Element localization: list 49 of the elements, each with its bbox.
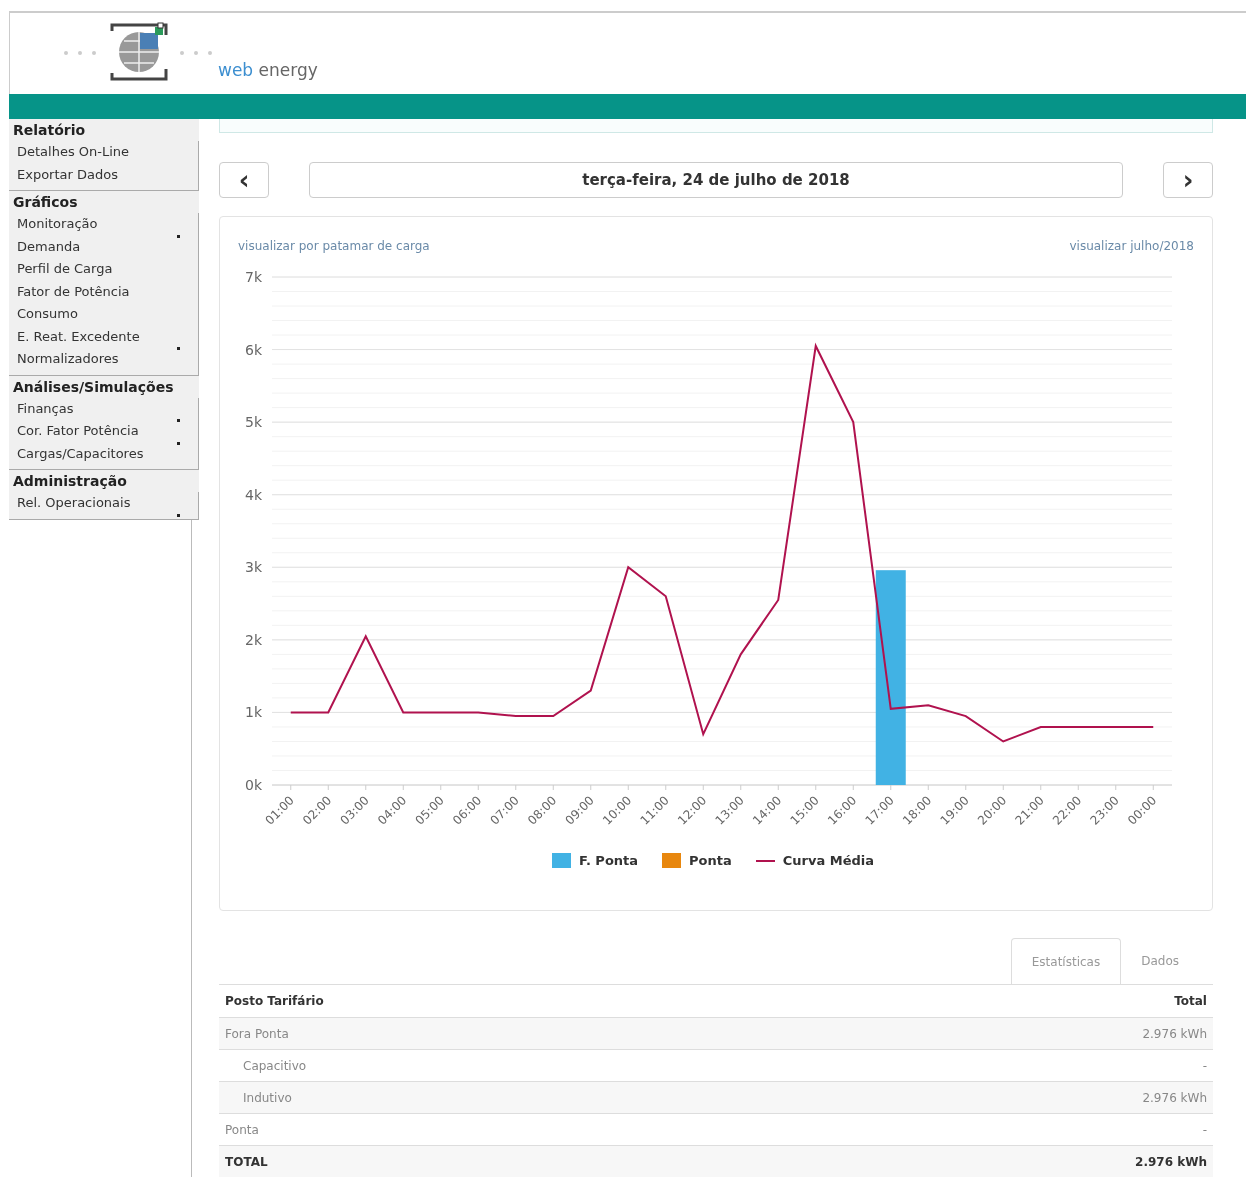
legend-swatch-icon <box>662 853 682 869</box>
table-cell-text: 2.976 kWh <box>1142 1025 1207 1043</box>
table-cell-text: Ponta <box>225 1121 259 1139</box>
sidebar-item[interactable]: Cargas/Capacitores <box>9 442 198 465</box>
logo-text: web energy <box>218 62 318 79</box>
y-axis-label: 4k <box>245 486 262 503</box>
date-display: terça-feira, 24 de julho de 2018 <box>309 162 1123 198</box>
sidebar-item[interactable]: Detalhes On-Line <box>9 141 198 164</box>
y-axis-label: 0k <box>245 777 262 793</box>
sidebar-item[interactable]: E. Reat. Excedente <box>9 325 198 348</box>
legend-label[interactable]: F. Ponta <box>578 851 639 871</box>
table-cell-text: Indutivo <box>242 1089 292 1107</box>
sidebar-section-title: Administração <box>9 470 199 492</box>
y-axis-label: 6k <box>245 341 262 358</box>
sidebar-item[interactable]: Normalizadores <box>9 348 198 371</box>
sidebar-item[interactable]: Demanda <box>9 235 198 258</box>
chart-link[interactable]: visualizar por patamar de carga <box>238 237 430 255</box>
sidebar-item[interactable]: Exportar Dados <box>9 163 198 186</box>
legend-swatch-icon <box>551 853 571 869</box>
table-cell-text: TOTAL <box>225 1153 268 1171</box>
y-axis-label: 2k <box>245 631 262 648</box>
sidebar-section-title: Análises/Simulações <box>9 375 199 398</box>
table-cell-text: Fora Ponta <box>225 1025 289 1043</box>
y-axis-label: 5k <box>245 414 262 431</box>
sidebar-item[interactable]: Fator de Potência <box>9 280 198 303</box>
y-axis-label: 7k <box>245 269 262 285</box>
table-cell-text: - <box>1202 1057 1207 1075</box>
legend-label[interactable]: Curva Média <box>782 851 875 871</box>
sidebar-section-title: Relatório <box>9 119 199 141</box>
legend-line-icon <box>755 859 775 862</box>
sidebar-section-title: Gráficos <box>9 191 199 213</box>
previous-button[interactable]: ‹ <box>219 162 269 198</box>
column-header: Total <box>1174 993 1207 1010</box>
sidebar-item[interactable]: Consumo <box>9 303 198 326</box>
y-axis-label: 1k <box>245 704 262 721</box>
table-cell-text: - <box>1202 1121 1207 1139</box>
table-cell-text: 2.976 kWh <box>1135 1153 1207 1171</box>
sidebar-item[interactable]: Finanças <box>9 397 198 420</box>
sidebar-item[interactable]: Monitoração <box>9 213 198 236</box>
y-axis-label: 3k <box>245 559 262 576</box>
table-cell-text: Capacitivo <box>242 1057 307 1075</box>
next-button[interactable]: › <box>1163 162 1213 198</box>
legend-label[interactable]: Ponta <box>689 851 732 871</box>
chart-link[interactable]: visualizar julho/2018 <box>1069 237 1194 255</box>
table-cell-text: 2.976 kWh <box>1142 1089 1207 1107</box>
sidebar-item[interactable]: Cor. Fator Potência <box>9 420 198 443</box>
sidebar-item[interactable]: Perfil de Carga <box>9 258 198 281</box>
globe-logo-icon <box>62 21 214 83</box>
column-header: Posto Tarifário <box>225 993 324 1010</box>
